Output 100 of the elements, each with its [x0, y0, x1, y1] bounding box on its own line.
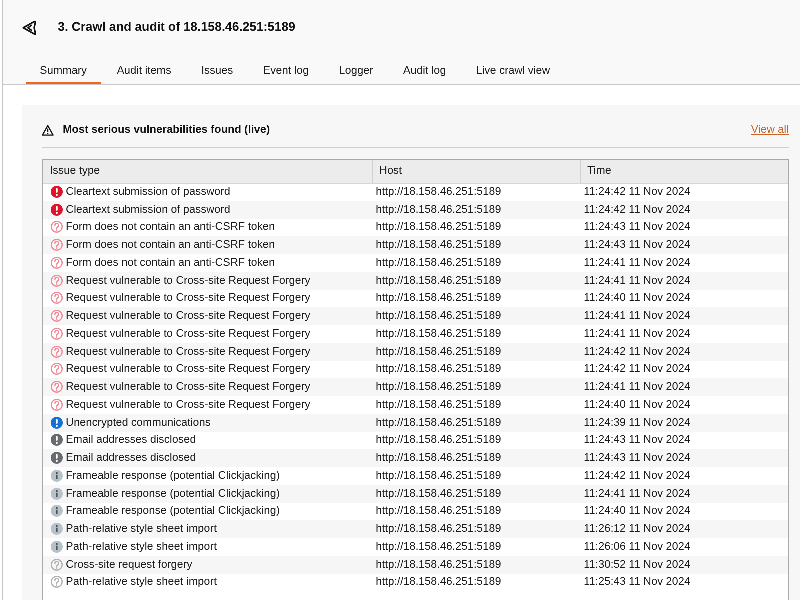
- issue-type: Form does not contain an anti-CSRF token: [66, 239, 276, 252]
- timestamp: 11:24:42 11 Nov 2024: [584, 346, 691, 358]
- table-row[interactable]: Form does not contain an anti-CSRF token http://18.158.46.251:5189 11:24:43 11 Nov 2024: [43, 218, 788, 236]
- issue-type: Request vulnerable to Cross-site Request Forgery: [66, 310, 311, 322]
- panel-title: Most serious vulnerabilities found (live): [63, 124, 270, 136]
- timestamp: 11:24:41 11 Nov 2024: [584, 310, 691, 322]
- timestamp: 11:24:41 11 Nov 2024: [584, 328, 691, 340]
- host-url: http://18.158.46.251:5189: [376, 328, 502, 340]
- issue-type: Request vulnerable to Cross-site Request Forgery: [66, 328, 311, 340]
- timestamp: 11:24:43 11 Nov 2024: [584, 434, 691, 446]
- host-url: http://18.158.46.251:5189: [376, 346, 502, 358]
- issue-type: Request vulnerable to Cross-site Request Forgery: [66, 363, 311, 376]
- table-row[interactable]: Cleartext submission of password http://18.158.46.251:5189 11:24:42 11 Nov 2024: [43, 200, 788, 218]
- timestamp: 11:24:39 11 Nov 2024: [584, 416, 691, 429]
- table-row[interactable]: Frameable response (potential Clickjacking) http://18.158.46.251:5189 11:24:41 11 Nov 2024: [43, 484, 788, 502]
- timestamp: 11:24:42 11 Nov 2024: [584, 186, 691, 198]
- tab[interactable]: Logger: [325, 54, 388, 84]
- host-url: http://18.158.46.251:5189: [376, 398, 502, 411]
- page-title: 3. Crawl and audit of 18.158.46.251:5189: [58, 20, 296, 34]
- timestamp: 11:24:42 11 Nov 2024: [584, 470, 691, 482]
- table-row[interactable]: Request vulnerable to Cross-site Request Forgery http://18.158.46.251:5189 11:24:42 11 Nov 2024: [43, 342, 788, 360]
- tab[interactable]: Event log: [249, 54, 324, 84]
- table-row[interactable]: Cross-site request forgery http://18.158.46.251:5189 11:30:52 11 Nov 2024: [43, 556, 788, 574]
- timestamp: 11:26:06 11 Nov 2024: [584, 540, 691, 553]
- host-url: http://18.158.46.251:5189: [376, 434, 502, 446]
- timestamp: 11:24:43 11 Nov 2024: [584, 239, 691, 252]
- timestamp: 11:24:41 11 Nov 2024: [584, 256, 691, 269]
- table-row[interactable]: Request vulnerable to Cross-site Request Forgery http://18.158.46.251:5189 11:24:41 11 Nov 2024: [43, 378, 788, 396]
- host-url: http://18.158.46.251:5189: [376, 256, 502, 269]
- table-row[interactable]: Request vulnerable to Cross-site Request Forgery http://18.158.46.251:5189 11:24:41 11 Nov 2024: [43, 307, 788, 325]
- timestamp: 11:24:42 11 Nov 2024: [584, 363, 691, 376]
- host-url: http://18.158.46.251:5189: [376, 452, 502, 464]
- table-row[interactable]: Email addresses disclosed http://18.158.46.251:5189 11:24:43 11 Nov 2024: [43, 449, 788, 467]
- issue-type: Request vulnerable to Cross-site Request Forgery: [66, 292, 311, 304]
- column-header[interactable]: Time: [580, 160, 788, 183]
- issue-type: Email addresses disclosed: [66, 434, 196, 446]
- tab[interactable]: Audit log: [389, 54, 460, 84]
- host-url: http://18.158.46.251:5189: [376, 221, 502, 234]
- table-row[interactable]: Request vulnerable to Cross-site Request Forgery http://18.158.46.251:5189 11:24:41 11 Nov 2024: [43, 325, 788, 343]
- back-icon[interactable]: [22, 20, 37, 36]
- tab[interactable]: Live crawl view: [462, 54, 564, 84]
- issue-type: Frameable response (potential Clickjacking): [66, 488, 280, 500]
- host-url: http://18.158.46.251:5189: [376, 505, 502, 518]
- table-row[interactable]: Request vulnerable to Cross-site Request Forgery http://18.158.46.251:5189 11:24:42 11 Nov 2024: [43, 360, 788, 378]
- table-row[interactable]: Path-relative style sheet import http://18.158.46.251:5189 11:26:06 11 Nov 2024: [43, 538, 788, 556]
- timestamp: 11:25:43 11 Nov 2024: [584, 576, 691, 588]
- host-url: http://18.158.46.251:5189: [376, 523, 502, 536]
- tab[interactable]: Issues: [187, 54, 248, 84]
- timestamp: 11:24:43 11 Nov 2024: [584, 221, 691, 234]
- table-row[interactable]: Request vulnerable to Cross-site Request Forgery http://18.158.46.251:5189 11:24:40 11 Nov 2024: [43, 290, 788, 308]
- tab[interactable]: Audit items: [103, 54, 186, 84]
- host-url: http://18.158.46.251:5189: [376, 204, 502, 216]
- issue-type: Cross-site request forgery: [66, 558, 193, 571]
- issue-type: Email addresses disclosed: [66, 452, 196, 464]
- table-row[interactable]: Form does not contain an anti-CSRF token http://18.158.46.251:5189 11:24:43 11 Nov 2024: [43, 236, 788, 254]
- table-row[interactable]: Request vulnerable to Cross-site Request Forgery http://18.158.46.251:5189 11:24:40 11 Nov 2024: [43, 396, 788, 414]
- issue-type: Unencrypted communications: [66, 416, 211, 429]
- issue-type: Form does not contain an anti-CSRF token: [66, 256, 276, 269]
- host-url: http://18.158.46.251:5189: [376, 274, 502, 287]
- column-header[interactable]: Issue type: [43, 160, 372, 183]
- timestamp: 11:24:40 11 Nov 2024: [584, 505, 691, 518]
- timestamp: 11:24:41 11 Nov 2024: [584, 274, 691, 287]
- issue-type: Path-relative style sheet import: [66, 540, 218, 553]
- issue-type: Path-relative style sheet import: [66, 576, 218, 588]
- host-url: http://18.158.46.251:5189: [376, 363, 502, 376]
- timestamp: 11:24:41 11 Nov 2024: [584, 381, 691, 394]
- timestamp: 11:30:52 11 Nov 2024: [584, 558, 691, 571]
- timestamp: 11:24:41 11 Nov 2024: [584, 488, 691, 500]
- issue-type: Request vulnerable to Cross-site Request Forgery: [66, 398, 311, 411]
- table-row[interactable]: Email addresses disclosed http://18.158.46.251:5189 11:24:43 11 Nov 2024: [43, 432, 788, 450]
- host-url: http://18.158.46.251:5189: [376, 381, 502, 394]
- column-header[interactable]: Host: [372, 160, 580, 183]
- host-url: http://18.158.46.251:5189: [376, 186, 502, 198]
- table-row[interactable]: Path-relative style sheet import http://18.158.46.251:5189 11:26:12 11 Nov 2024: [43, 520, 788, 538]
- issue-type: Request vulnerable to Cross-site Request Forgery: [66, 274, 311, 287]
- host-url: http://18.158.46.251:5189: [376, 239, 502, 252]
- host-url: http://18.158.46.251:5189: [376, 576, 502, 588]
- host-url: http://18.158.46.251:5189: [376, 416, 502, 429]
- table-row[interactable]: Unencrypted communications http://18.158.46.251:5189 11:24:39 11 Nov 2024: [43, 414, 788, 432]
- table-row[interactable]: Request vulnerable to Cross-site Request Forgery http://18.158.46.251:5189 11:24:41 11 Nov 2024: [43, 272, 788, 290]
- host-url: http://18.158.46.251:5189: [376, 488, 502, 500]
- table-row[interactable]: Frameable response (potential Clickjacking) http://18.158.46.251:5189 11:24:42 11 Nov 2024: [43, 467, 788, 485]
- table-row[interactable]: Frameable response (potential Clickjacking) http://18.158.46.251:5189 11:24:40 11 Nov 2024: [43, 502, 788, 520]
- issue-type: Request vulnerable to Cross-site Request Forgery: [66, 346, 311, 358]
- issue-type: Cleartext submission of password: [66, 204, 230, 216]
- issue-type: Frameable response (potential Clickjacking): [66, 505, 280, 518]
- timestamp: 11:24:40 11 Nov 2024: [584, 292, 691, 304]
- host-url: http://18.158.46.251:5189: [376, 558, 502, 571]
- view-all-link[interactable]: View all: [751, 124, 789, 136]
- timestamp: 11:24:43 11 Nov 2024: [584, 452, 691, 464]
- issue-type: Frameable response (potential Clickjacking): [66, 470, 280, 482]
- table-row[interactable]: Form does not contain an anti-CSRF token http://18.158.46.251:5189 11:24:41 11 Nov 2024: [43, 254, 788, 272]
- issue-type: Cleartext submission of password: [66, 186, 230, 198]
- issue-type: Request vulnerable to Cross-site Request Forgery: [66, 381, 311, 394]
- issue-type: Form does not contain an anti-CSRF token: [66, 221, 276, 234]
- timestamp: 11:24:40 11 Nov 2024: [584, 398, 691, 411]
- timestamp: 11:24:42 11 Nov 2024: [584, 204, 691, 216]
- table-row[interactable]: Cleartext submission of password http://18.158.46.251:5189 11:24:42 11 Nov 2024: [43, 183, 788, 201]
- host-url: http://18.158.46.251:5189: [376, 540, 502, 553]
- issue-type: Path-relative style sheet import: [66, 523, 218, 536]
